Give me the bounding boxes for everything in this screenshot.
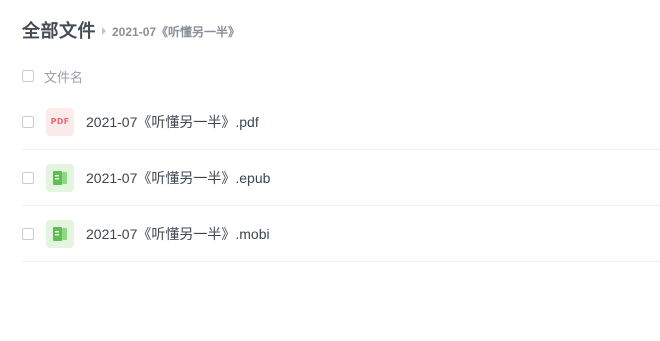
breadcrumb-separator-icon (102, 27, 106, 35)
file-checkbox[interactable] (22, 171, 34, 184)
file-checkbox[interactable] (22, 115, 34, 128)
breadcrumb-current-folder: 2021-07《听懂另一半》 (112, 24, 241, 39)
file-row[interactable]: 2021-07《听懂另一半》.mobi (22, 206, 660, 262)
column-header-filename[interactable]: 文件名 (44, 67, 83, 86)
ebook-file-icon (46, 219, 74, 248)
file-browser: 全部文件 2021-07《听懂另一半》 文件名 PDF 2021-07《听懂另一… (0, 0, 660, 341)
book-icon (53, 226, 67, 241)
file-checkbox[interactable] (22, 227, 34, 240)
select-all-checkbox[interactable] (22, 70, 34, 82)
file-name[interactable]: 2021-07《听懂另一半》.mobi (86, 224, 270, 244)
file-row[interactable]: 2021-07《听懂另一半》.epub (22, 150, 660, 206)
file-name[interactable]: 2021-07《听懂另一半》.epub (86, 168, 270, 188)
file-list: 文件名 PDF 2021-07《听懂另一半》.pdf 2021-07《听懂另一半… (22, 58, 660, 262)
pdf-file-icon: PDF (46, 107, 74, 136)
book-icon (53, 170, 67, 185)
file-name[interactable]: 2021-07《听懂另一半》.pdf (86, 112, 259, 132)
file-row[interactable]: PDF 2021-07《听懂另一半》.pdf (22, 94, 660, 150)
file-list-header: 文件名 (22, 58, 660, 94)
pdf-icon-label: PDF (50, 117, 70, 126)
ebook-file-icon (46, 163, 74, 192)
breadcrumb: 全部文件 2021-07《听懂另一半》 (22, 18, 240, 42)
breadcrumb-root-link[interactable]: 全部文件 (22, 17, 96, 43)
